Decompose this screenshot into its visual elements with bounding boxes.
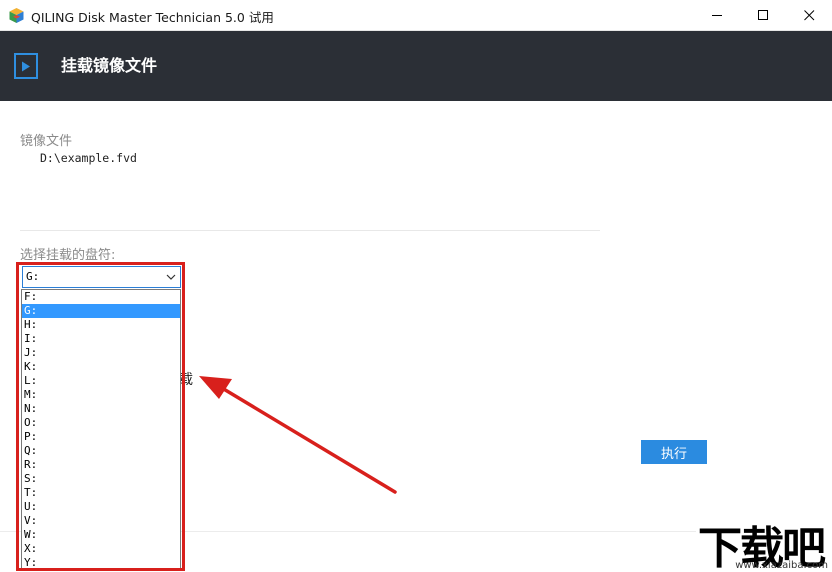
drive-option[interactable]: O: bbox=[22, 416, 180, 430]
window-title: QILING Disk Master Technician 5.0 试用 bbox=[31, 10, 274, 25]
drive-option[interactable]: J: bbox=[22, 346, 180, 360]
chevron-down-icon bbox=[166, 274, 176, 280]
drive-select-value: G: bbox=[26, 270, 40, 283]
page-header: 挂载镜像文件 bbox=[0, 31, 832, 101]
image-file-label: 镜像文件 bbox=[20, 134, 73, 149]
drive-option[interactable]: L: bbox=[22, 374, 180, 388]
drive-option[interactable]: P: bbox=[22, 430, 180, 444]
drive-option[interactable]: S: bbox=[22, 472, 180, 486]
drive-option[interactable]: I: bbox=[22, 332, 180, 346]
minimize-icon bbox=[711, 15, 722, 16]
site-watermark: 下载吧 www.xiazaiba.com bbox=[696, 516, 832, 572]
maximize-button[interactable] bbox=[740, 0, 786, 31]
drive-option[interactable]: K: bbox=[22, 360, 180, 374]
drive-option[interactable]: M: bbox=[22, 388, 180, 402]
drive-option[interactable]: F: bbox=[22, 290, 180, 304]
divider bbox=[20, 230, 600, 231]
drive-option[interactable]: X: bbox=[22, 542, 180, 556]
image-file-path: D:\example.fvd bbox=[40, 151, 137, 165]
maximize-icon bbox=[757, 10, 768, 20]
drive-option[interactable]: T: bbox=[22, 486, 180, 500]
drive-letter-label: 选择挂载的盘符: bbox=[20, 248, 116, 263]
play-icon bbox=[14, 53, 38, 79]
drive-letter-list[interactable]: F: G: H: I: J: K: L: M: N: O: P: Q: R: S: T: U: V: W: X: Y: bbox=[21, 289, 181, 570]
drive-option[interactable]: Q: bbox=[22, 444, 180, 458]
drive-option[interactable]: G: bbox=[22, 304, 180, 318]
watermark-url: www.xiazaiba.com bbox=[735, 560, 828, 571]
drive-option[interactable]: R: bbox=[22, 458, 180, 472]
app-cube-icon bbox=[9, 8, 24, 23]
drive-option[interactable]: V: bbox=[22, 514, 180, 528]
execute-button[interactable]: 执行 bbox=[641, 440, 707, 464]
page-title: 挂载镜像文件 bbox=[61, 56, 158, 75]
drive-option[interactable]: W: bbox=[22, 528, 180, 542]
drive-option[interactable]: H: bbox=[22, 318, 180, 332]
close-button[interactable] bbox=[786, 0, 832, 31]
mount-option-label: 载 bbox=[179, 372, 193, 388]
drive-option[interactable]: Y: bbox=[22, 556, 180, 569]
close-icon bbox=[803, 10, 814, 21]
minimize-button[interactable] bbox=[694, 0, 740, 31]
drive-option[interactable]: U: bbox=[22, 500, 180, 514]
title-bar: QILING Disk Master Technician 5.0 试用 bbox=[0, 0, 832, 31]
drive-letter-select[interactable]: G: bbox=[22, 266, 181, 288]
drive-option[interactable]: N: bbox=[22, 402, 180, 416]
